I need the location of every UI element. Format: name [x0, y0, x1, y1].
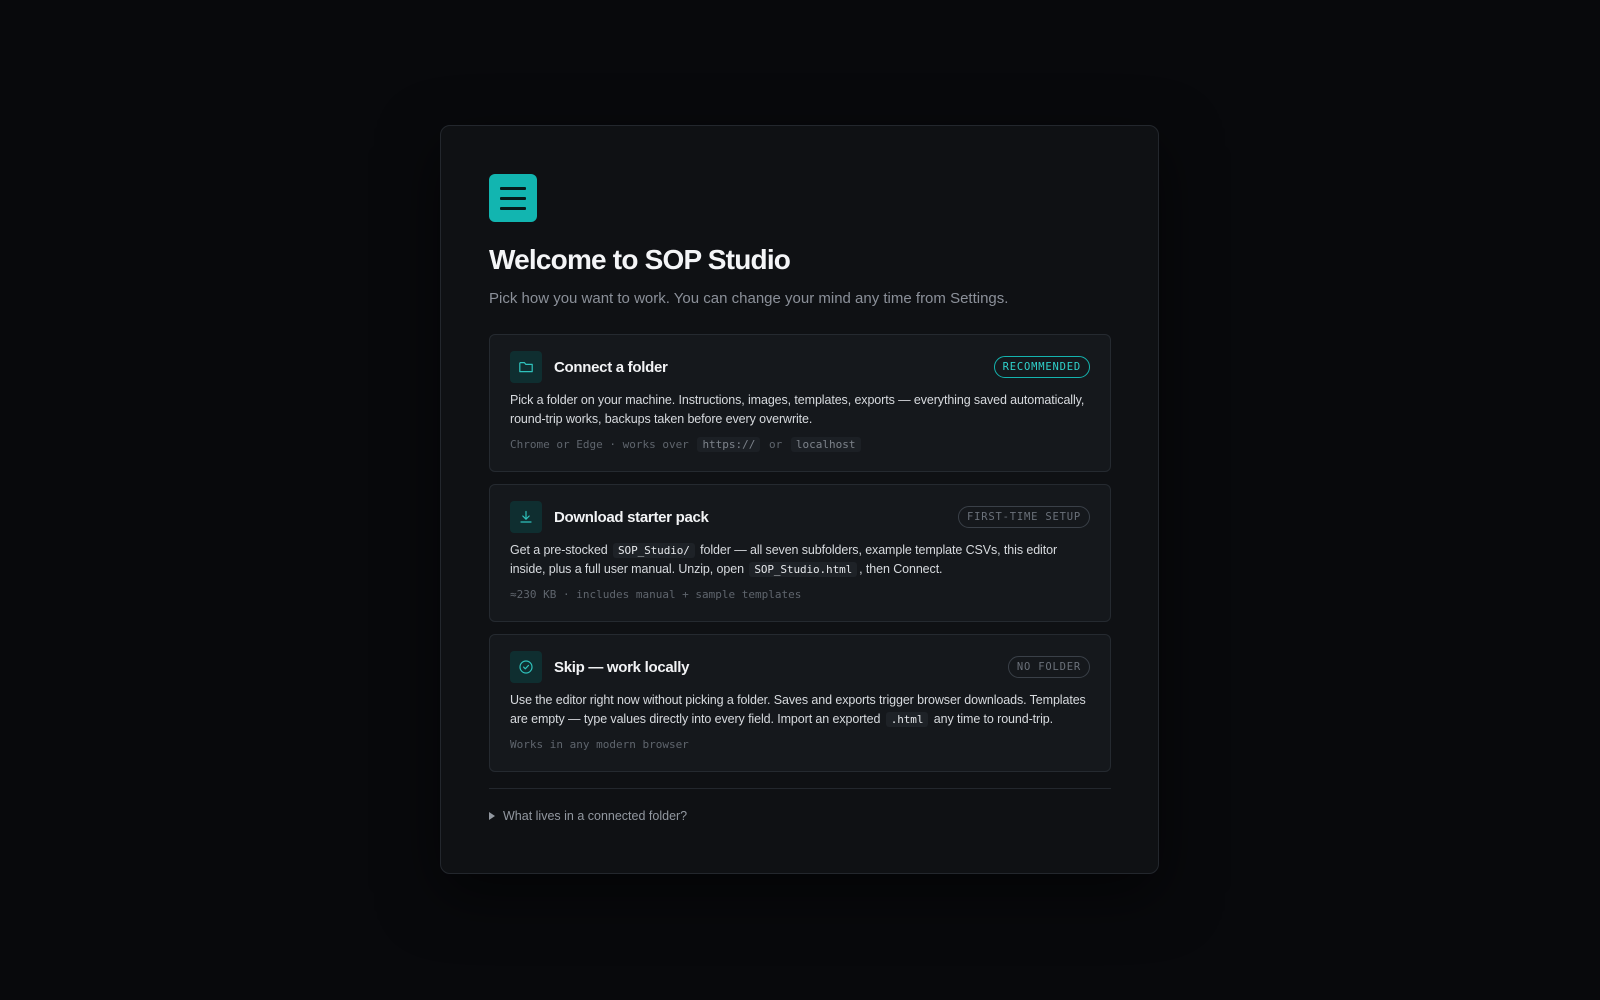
- page-subtitle: Pick how you want to work. You can chang…: [489, 290, 1009, 307]
- option-connect-folder[interactable]: Connect a folder RECOMMENDED Pick a fold…: [489, 334, 1111, 472]
- option-download-starter-pack[interactable]: Download starter pack FIRST-TIME SETUP G…: [489, 484, 1111, 622]
- option-meta: Chrome or Edge · works over https:// or …: [510, 436, 1090, 454]
- no-folder-badge: NO FOLDER: [1007, 656, 1090, 678]
- option-title: Download starter pack: [554, 508, 709, 526]
- option-title: Connect a folder: [554, 358, 668, 376]
- option-title: Skip — work locally: [554, 658, 690, 676]
- menu-icon: [489, 174, 537, 222]
- page-title: Welcome to SOP Studio: [489, 244, 791, 275]
- option-description: Pick a folder on your machine. Instructi…: [510, 393, 1085, 426]
- disclosure-label: What lives in a connected folder?: [503, 809, 688, 823]
- option-meta: Works in any modern browser: [510, 738, 689, 751]
- folder-icon: [510, 351, 542, 383]
- recommended-badge: RECOMMENDED: [993, 356, 1090, 378]
- option-meta: ≈230 KB · includes manual + sample templ…: [510, 588, 802, 601]
- folder-contents-disclosure[interactable]: What lives in a connected folder?: [489, 809, 1110, 823]
- option-description: Use the editor right now without picking…: [510, 693, 1086, 727]
- welcome-dialog: Welcome to SOP Studio Pick how you want …: [440, 125, 1159, 874]
- option-skip-work-locally[interactable]: Skip — work locally NO FOLDER Use the ed…: [489, 634, 1111, 772]
- download-icon: [510, 501, 542, 533]
- check-circle-icon: [510, 651, 542, 683]
- triangle-right-icon: [489, 812, 495, 820]
- option-description: Get a pre-stocked SOP_Studio/ folder — a…: [510, 543, 1058, 577]
- first-time-setup-badge: FIRST-TIME SETUP: [958, 506, 1090, 528]
- option-list: Connect a folder RECOMMENDED Pick a fold…: [489, 334, 1111, 772]
- divider: [489, 788, 1111, 789]
